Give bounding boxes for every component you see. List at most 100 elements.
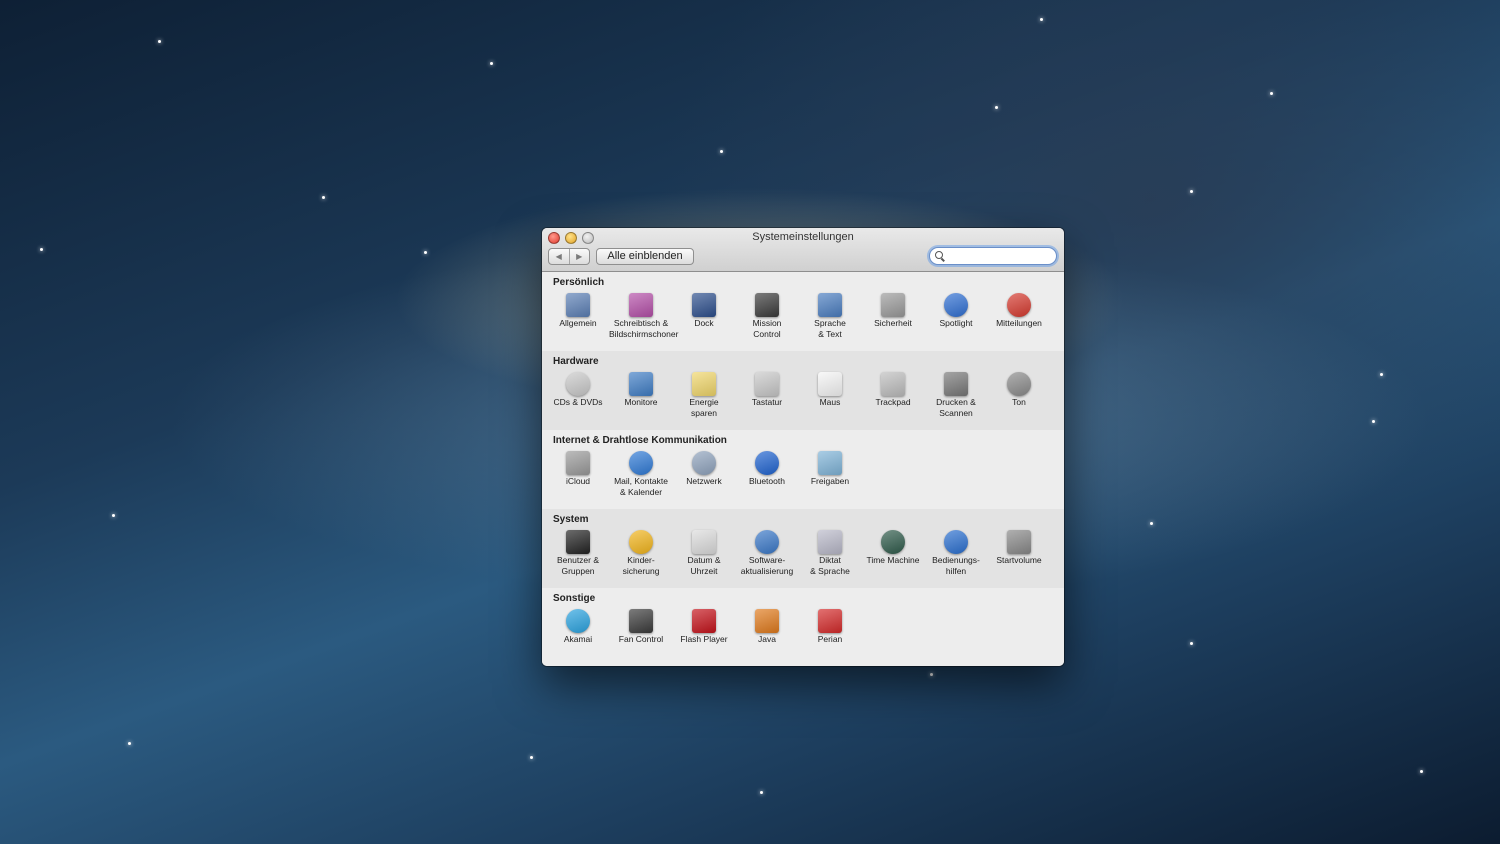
- pane-label: Java: [758, 634, 776, 644]
- spotlight-icon: [944, 293, 968, 317]
- pane-label: Startvolume: [996, 555, 1042, 565]
- star: [40, 248, 43, 251]
- displays-icon: [629, 372, 653, 396]
- pane-print-scan[interactable]: Drucken & Scannen: [924, 372, 988, 419]
- sound-icon: [1007, 372, 1031, 396]
- pane-parental-controls[interactable]: Kinder- sicherung: [609, 530, 673, 577]
- security-icon: [881, 293, 905, 317]
- pane-users-groups[interactable]: Benutzer & Gruppen: [546, 530, 610, 577]
- pane-label: Schreibtisch & Bildschirmschoner: [609, 318, 679, 339]
- toolbar: Systemeinstellungen ◀ ▶ Alle einblenden: [542, 228, 1064, 272]
- pane-general[interactable]: Allgemein: [546, 293, 610, 329]
- print-scan-icon: [944, 372, 968, 396]
- star: [322, 196, 325, 199]
- pane-sound[interactable]: Ton: [987, 372, 1051, 408]
- pane-label: Trackpad: [875, 397, 911, 407]
- pane-energy-saver[interactable]: Energie sparen: [672, 372, 736, 419]
- pane-label: Time Machine: [866, 555, 920, 565]
- pane-language[interactable]: Sprache & Text: [798, 293, 862, 340]
- dictation-icon: [818, 530, 842, 554]
- mail-contacts-icon: [629, 451, 653, 475]
- star: [128, 742, 131, 745]
- pane-software-update[interactable]: Software- aktualisierung: [735, 530, 799, 577]
- date-time-icon: [692, 530, 716, 554]
- general-icon: [566, 293, 590, 317]
- software-update-icon: [755, 530, 779, 554]
- pane-desktop[interactable]: Schreibtisch & Bildschirmschoner: [609, 293, 679, 340]
- window-title: Systemeinstellungen: [752, 231, 854, 243]
- pane-label: Datum & Uhrzeit: [687, 555, 721, 576]
- star: [1380, 373, 1383, 376]
- star: [760, 791, 763, 794]
- pane-notifications[interactable]: Mitteilungen: [987, 293, 1051, 329]
- startup-disk-icon: [1007, 530, 1031, 554]
- pane-dictation[interactable]: Diktat & Sprache: [798, 530, 862, 577]
- pane-java[interactable]: Java: [735, 609, 799, 645]
- pane-time-machine[interactable]: Time Machine: [861, 530, 925, 566]
- search-input[interactable]: [946, 249, 1050, 264]
- pane-label: Kinder- sicherung: [622, 555, 660, 576]
- pane-perian[interactable]: Perian: [798, 609, 862, 645]
- pane-akamai[interactable]: Akamai: [546, 609, 610, 645]
- star: [158, 40, 161, 43]
- pane-security[interactable]: Sicherheit: [861, 293, 925, 329]
- pane-label: Energie sparen: [689, 397, 719, 418]
- pane-label: Perian: [817, 634, 843, 644]
- pane-fan-control[interactable]: Fan Control: [609, 609, 673, 645]
- pane-mouse[interactable]: Maus: [798, 372, 862, 408]
- pane-icloud[interactable]: iCloud: [546, 451, 610, 487]
- back-button[interactable]: ◀: [549, 249, 570, 264]
- pane-accessibility[interactable]: Bedienungs- hilfen: [924, 530, 988, 577]
- pane-network[interactable]: Netzwerk: [672, 451, 736, 487]
- pane-label: Drucken & Scannen: [936, 397, 976, 418]
- section-system: System Benutzer & Gruppen Kinder- sicherun…: [542, 509, 1064, 589]
- pane-label: Spotlight: [939, 318, 973, 328]
- pane-spotlight[interactable]: Spotlight: [924, 293, 988, 329]
- pane-trackpad[interactable]: Trackpad: [861, 372, 925, 408]
- trackpad-icon: [881, 372, 905, 396]
- pane-mail-contacts[interactable]: Mail, Kontakte & Kalender: [609, 451, 673, 498]
- parental-controls-icon: [629, 530, 653, 554]
- pane-label: Freigaben: [810, 476, 850, 486]
- pane-label: Fan Control: [618, 634, 664, 644]
- pane-date-time[interactable]: Datum & Uhrzeit: [672, 530, 736, 577]
- star: [930, 673, 933, 676]
- star: [1190, 190, 1193, 193]
- pane-bluetooth[interactable]: Bluetooth: [735, 451, 799, 487]
- mission-control-icon: [755, 293, 779, 317]
- pane-label: Maus: [819, 397, 841, 407]
- section-other: Sonstige Akamai Fan Control Flash Player Jav…: [542, 588, 1064, 666]
- forward-button[interactable]: ▶: [570, 249, 590, 264]
- pane-keyboard[interactable]: Tastatur: [735, 372, 799, 408]
- pane-label: Akamai: [563, 634, 593, 644]
- pane-cd-dvd[interactable]: CDs & DVDs: [546, 372, 610, 408]
- pane-label: Bluetooth: [749, 476, 785, 486]
- show-all-button[interactable]: Alle einblenden: [596, 248, 694, 265]
- notifications-icon: [1007, 293, 1031, 317]
- section-title: Persönlich: [553, 277, 605, 288]
- pane-label: Diktat & Sprache: [810, 555, 850, 576]
- pane-label: Allgemein: [559, 318, 597, 328]
- energy-saver-icon: [692, 372, 716, 396]
- fan-control-icon: [629, 609, 653, 633]
- akamai-icon: [566, 609, 590, 633]
- star: [530, 756, 533, 759]
- pane-startup-disk[interactable]: Startvolume: [987, 530, 1051, 566]
- pane-displays[interactable]: Monitore: [609, 372, 673, 408]
- section-hardware: Hardware CDs & DVDs Monitore Energie sparen…: [542, 351, 1064, 431]
- pane-dock[interactable]: Dock: [672, 293, 736, 329]
- pane-label: Mitteilungen: [996, 318, 1042, 328]
- section-title: System: [553, 514, 589, 525]
- sharing-icon: [818, 451, 842, 475]
- pane-mission-control[interactable]: Mission Control: [735, 293, 799, 340]
- star: [720, 150, 723, 153]
- search-field[interactable]: [929, 247, 1057, 265]
- users-groups-icon: [566, 530, 590, 554]
- section-title: Sonstige: [553, 593, 596, 604]
- pane-sharing[interactable]: Freigaben: [798, 451, 862, 487]
- keyboard-icon: [755, 372, 779, 396]
- pane-label: Mail, Kontakte & Kalender: [614, 476, 668, 497]
- navigation-buttons: ◀ ▶: [548, 248, 590, 265]
- star: [995, 106, 998, 109]
- pane-flash-player[interactable]: Flash Player: [672, 609, 736, 645]
